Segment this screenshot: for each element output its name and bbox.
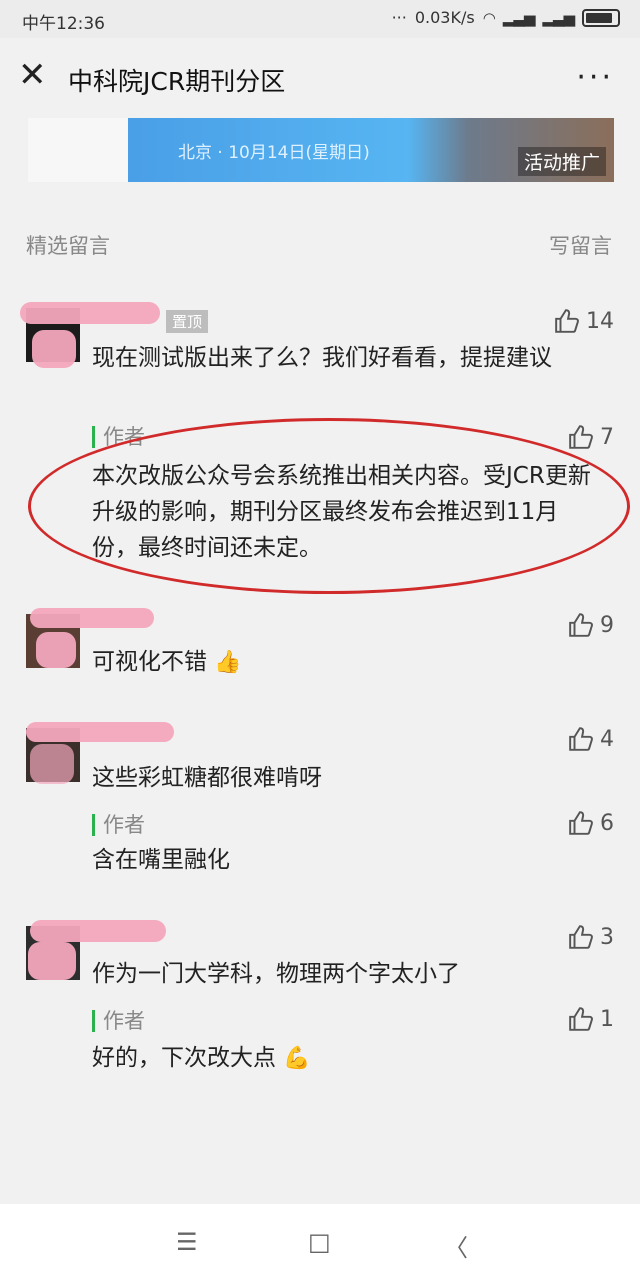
comment-text: 现在测试版出来了么？我们好看看，提提建议 [92, 345, 552, 371]
menu-icon[interactable]: ☰ [176, 1228, 198, 1256]
back-icon[interactable]: 〈 [444, 1228, 468, 1263]
signal-icon: ▂▃▅ [502, 8, 536, 27]
thumbs-up-icon [569, 727, 593, 751]
featured-comments-label: 精选留言 [26, 234, 110, 258]
redaction-scribble [30, 608, 154, 628]
like-count: 1 [600, 1006, 614, 1032]
thumbs-up-icon [569, 425, 593, 449]
redaction-scribble [32, 330, 76, 368]
like-count: 4 [600, 726, 614, 752]
author-reply-text: 含在嘴里融化 [92, 847, 230, 873]
status-right: ··· 0.03K/s ◠ ▂▃▅ ▂▃▅ [392, 8, 620, 27]
redaction-scribble [20, 302, 160, 324]
like-count: 9 [600, 612, 614, 638]
redaction-scribble [36, 632, 76, 668]
like-count: 7 [600, 424, 614, 450]
redaction-scribble [30, 744, 74, 784]
like-button[interactable]: 3 [568, 924, 614, 950]
comment-text: 作为一门大学科，物理两个字太小了 [92, 961, 460, 987]
network-speed: 0.03K/s [414, 8, 475, 27]
wifi-icon: ◠ [482, 8, 496, 27]
like-button[interactable]: 9 [568, 612, 614, 638]
status-time: 中午12:36 [22, 14, 105, 34]
like-count: 3 [600, 924, 614, 950]
system-nav-bar: ☰ □ 〈 [0, 1204, 640, 1280]
like-count: 6 [600, 810, 614, 836]
more-menu-icon[interactable]: ··· [576, 60, 614, 95]
like-button[interactable]: 4 [568, 726, 614, 752]
banner-place-date: 北京 · 10月14日(星期日) [178, 143, 370, 163]
status-bar: 中午12:36 ··· 0.03K/s ◠ ▂▃▅ ▂▃▅ [0, 0, 640, 38]
comment-text: 可视化不错 👍 [92, 644, 602, 681]
close-icon[interactable]: ✕ [18, 58, 48, 92]
redaction-scribble [28, 942, 76, 980]
thumbs-up-icon [555, 309, 579, 333]
thumbs-up-icon [569, 613, 593, 637]
author-reply-label: 作者 [92, 814, 145, 836]
write-comment-link[interactable]: 写留言 [549, 230, 612, 260]
redaction-scribble [30, 920, 166, 942]
reply-like-button[interactable]: 1 [568, 1006, 614, 1032]
comment-text: 这些彩虹糖都很难啃呀 [92, 765, 322, 791]
nav-bar: ✕ 中科院JCR期刊分区 ··· [0, 38, 640, 120]
author-reply-text-content: 好的，下次改大点 [92, 1045, 276, 1071]
pinned-badge: 置顶 [166, 310, 209, 333]
author-reply-label: 作者 [92, 1010, 145, 1032]
author-reply-text: 好的，下次改大点 💪 [92, 1040, 602, 1077]
like-button[interactable]: 14 [554, 308, 614, 334]
promo-banner[interactable]: 北京 · 10月14日(星期日) 活动推广 [28, 118, 614, 182]
like-count: 14 [586, 308, 614, 334]
thumbs-up-icon [569, 925, 593, 949]
thumbs-up-icon [569, 811, 593, 835]
thumbs-up-icon [569, 1007, 593, 1031]
thumbs-up-emoji: 👍 [214, 650, 242, 675]
banner-tag: 活动推广 [517, 147, 606, 176]
more-dots-icon: ··· [391, 8, 407, 27]
battery-icon [582, 8, 620, 27]
highlight-circle [28, 418, 630, 594]
home-icon[interactable]: □ [308, 1228, 331, 1256]
comments-header: 精选留言 写留言 [26, 230, 612, 260]
reply-like-button[interactable]: 6 [568, 810, 614, 836]
flexed-biceps-emoji: 💪 [283, 1046, 311, 1071]
redaction-scribble [26, 722, 174, 742]
page-title: 中科院JCR期刊分区 [68, 67, 286, 96]
signal-icon-2: ▂▃▅ [542, 8, 575, 27]
comment-text-content: 可视化不错 [92, 649, 207, 675]
reply-like-button[interactable]: 7 [568, 424, 614, 450]
